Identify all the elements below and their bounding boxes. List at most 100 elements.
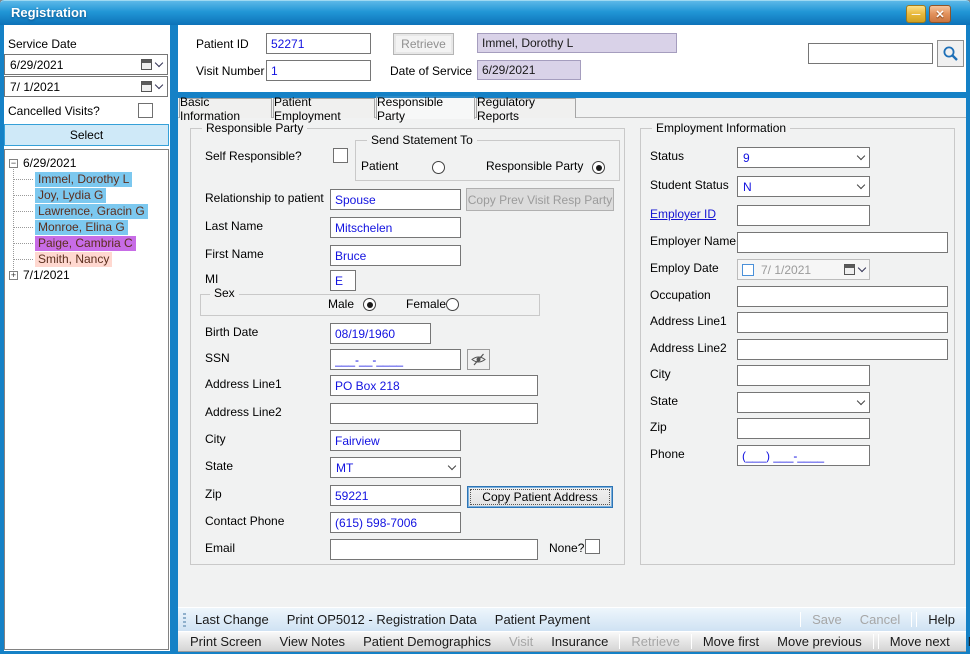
employer-id-input[interactable] — [737, 205, 870, 226]
emp-status-select[interactable]: 9 — [737, 147, 870, 168]
zip-input[interactable] — [330, 485, 461, 506]
female-radio[interactable] — [446, 298, 459, 311]
last-name-input[interactable] — [330, 217, 461, 238]
state-select-value: MT — [336, 461, 353, 475]
tree-patient-item[interactable]: Smith, Nancy — [35, 252, 112, 267]
email-none-checkbox[interactable] — [585, 539, 600, 554]
patient-radio[interactable] — [432, 161, 445, 174]
tree-patient-item[interactable]: Immel, Dorothy L — [35, 172, 132, 187]
move-first-button[interactable]: Move first — [701, 634, 761, 649]
select-button[interactable]: Select — [4, 124, 169, 146]
expand-icon[interactable]: + — [9, 271, 18, 280]
title-bar: Registration ─ ✕ — [0, 0, 970, 25]
move-next-button[interactable]: Move next — [888, 634, 952, 649]
retrieve-nav-button[interactable]: Retrieve — [629, 634, 681, 649]
chevron-down-icon — [857, 152, 865, 160]
cancelled-visits-label: Cancelled Visits? — [8, 104, 100, 118]
city-input[interactable] — [330, 430, 461, 451]
retrieve-button[interactable]: Retrieve — [393, 33, 454, 55]
emp-zip-input[interactable] — [737, 418, 870, 439]
main-panel: Patient ID Retrieve Immel, Dorothy L Vis… — [178, 25, 966, 651]
visit-button[interactable]: Visit — [507, 634, 535, 649]
emp-phone-input[interactable] — [737, 445, 870, 466]
copy-prev-visit-button[interactable]: Copy Prev Visit Resp Party — [466, 188, 614, 211]
tab-patient-employment[interactable]: Patient Employment — [273, 98, 375, 118]
tab-responsible-party[interactable]: Responsible Party — [376, 96, 475, 119]
last-change-button[interactable]: Last Change — [193, 612, 271, 627]
employment-group-title: Employment Information — [652, 121, 790, 135]
ssn-input[interactable] — [330, 349, 461, 370]
service-date-label: Service Date — [8, 37, 77, 51]
contact-phone-label: Contact Phone — [205, 514, 284, 528]
emp-city-input[interactable] — [737, 365, 870, 386]
male-radio[interactable] — [363, 298, 376, 311]
move-previous-button[interactable]: Move previous — [775, 634, 864, 649]
tree-patient-item[interactable]: Monroe, Elina G — [35, 220, 128, 235]
state-select[interactable]: MT — [330, 457, 461, 478]
collapse-icon[interactable]: − — [9, 159, 18, 168]
print-registration-data-button[interactable]: Print OP5012 - Registration Data — [285, 612, 479, 627]
employ-date-picker[interactable]: 7/ 1/2021 — [737, 259, 870, 280]
print-screen-button[interactable]: Print Screen — [188, 634, 264, 649]
close-button[interactable]: ✕ — [929, 5, 951, 23]
tab-basic-information[interactable]: Basic Information — [179, 98, 272, 118]
student-status-select[interactable]: N — [737, 176, 870, 197]
tree-date-node[interactable]: 7/1/2021 — [23, 268, 70, 283]
relationship-label: Relationship to patient — [205, 191, 324, 205]
tree-connector — [14, 195, 33, 196]
save-button[interactable]: Save — [810, 612, 844, 627]
first-name-input[interactable] — [330, 245, 461, 266]
visit-number-input[interactable] — [266, 60, 371, 81]
emp-zip-label: Zip — [650, 420, 667, 434]
relationship-input[interactable] — [330, 189, 461, 210]
birth-date-input[interactable] — [330, 323, 431, 344]
address-line1-input[interactable] — [330, 375, 538, 396]
tree-patient-item[interactable]: Lawrence, Gracin G — [35, 204, 148, 219]
tree-date-node[interactable]: 6/29/2021 — [23, 156, 76, 171]
minimize-button[interactable]: ─ — [906, 5, 926, 23]
cancelled-visits-checkbox[interactable] — [138, 103, 153, 118]
email-input[interactable] — [330, 539, 538, 560]
help-button[interactable]: Help — [926, 612, 957, 627]
patient-id-label: Patient ID — [196, 37, 249, 51]
employer-name-input[interactable] — [737, 232, 948, 253]
cancel-button[interactable]: Cancel — [858, 612, 902, 627]
view-notes-button[interactable]: View Notes — [278, 634, 348, 649]
self-responsible-label: Self Responsible? — [205, 149, 302, 163]
occupation-input[interactable] — [737, 286, 948, 307]
toolbar-separator — [800, 612, 801, 627]
responsible-party-group-title: Responsible Party — [202, 121, 307, 135]
copy-patient-address-button[interactable]: Copy Patient Address — [467, 486, 613, 508]
service-date-end-picker[interactable]: 7/ 1/2021 — [4, 76, 168, 97]
address-line2-input[interactable] — [330, 403, 538, 424]
tab-regulatory-reports[interactable]: Regulatory Reports — [476, 98, 576, 118]
patient-id-input[interactable] — [266, 33, 371, 54]
ssn-reveal-button[interactable] — [467, 349, 490, 370]
visit-number-label: Visit Number — [196, 64, 264, 78]
emp-address-line1-input[interactable] — [737, 312, 948, 333]
responsible-party-radio[interactable] — [592, 161, 605, 174]
service-date-start-picker[interactable]: 6/29/2021 — [4, 54, 168, 75]
email-label: Email — [205, 541, 235, 555]
toolbar-grip[interactable] — [183, 613, 186, 627]
contact-phone-input[interactable] — [330, 512, 461, 533]
insurance-button[interactable]: Insurance — [549, 634, 610, 649]
patient-demographics-button[interactable]: Patient Demographics — [361, 634, 493, 649]
employ-date-checkbox[interactable] — [742, 264, 754, 276]
self-responsible-checkbox[interactable] — [333, 148, 348, 163]
tree-patient-item[interactable]: Joy, Lydia G — [35, 188, 106, 203]
employer-id-link[interactable]: Employer ID — [650, 207, 716, 221]
search-button[interactable] — [937, 40, 964, 67]
tree-patient-item[interactable]: Paige, Cambria C — [35, 236, 136, 251]
female-radio-label: Female — [406, 297, 446, 311]
emp-address-line2-input[interactable] — [737, 339, 948, 360]
first-name-label: First Name — [205, 247, 264, 261]
move-last-button[interactable]: Move last — [966, 634, 970, 649]
emp-state-select[interactable] — [737, 392, 870, 413]
search-input[interactable] — [808, 43, 933, 64]
mi-input[interactable] — [330, 270, 356, 291]
visit-tree[interactable]: − 6/29/2021 Immel, Dorothy L Joy, Lydia … — [4, 149, 169, 650]
emp-phone-label: Phone — [650, 447, 685, 461]
service-date-start-value: 6/29/2021 — [10, 58, 63, 72]
patient-payment-button[interactable]: Patient Payment — [493, 612, 592, 627]
